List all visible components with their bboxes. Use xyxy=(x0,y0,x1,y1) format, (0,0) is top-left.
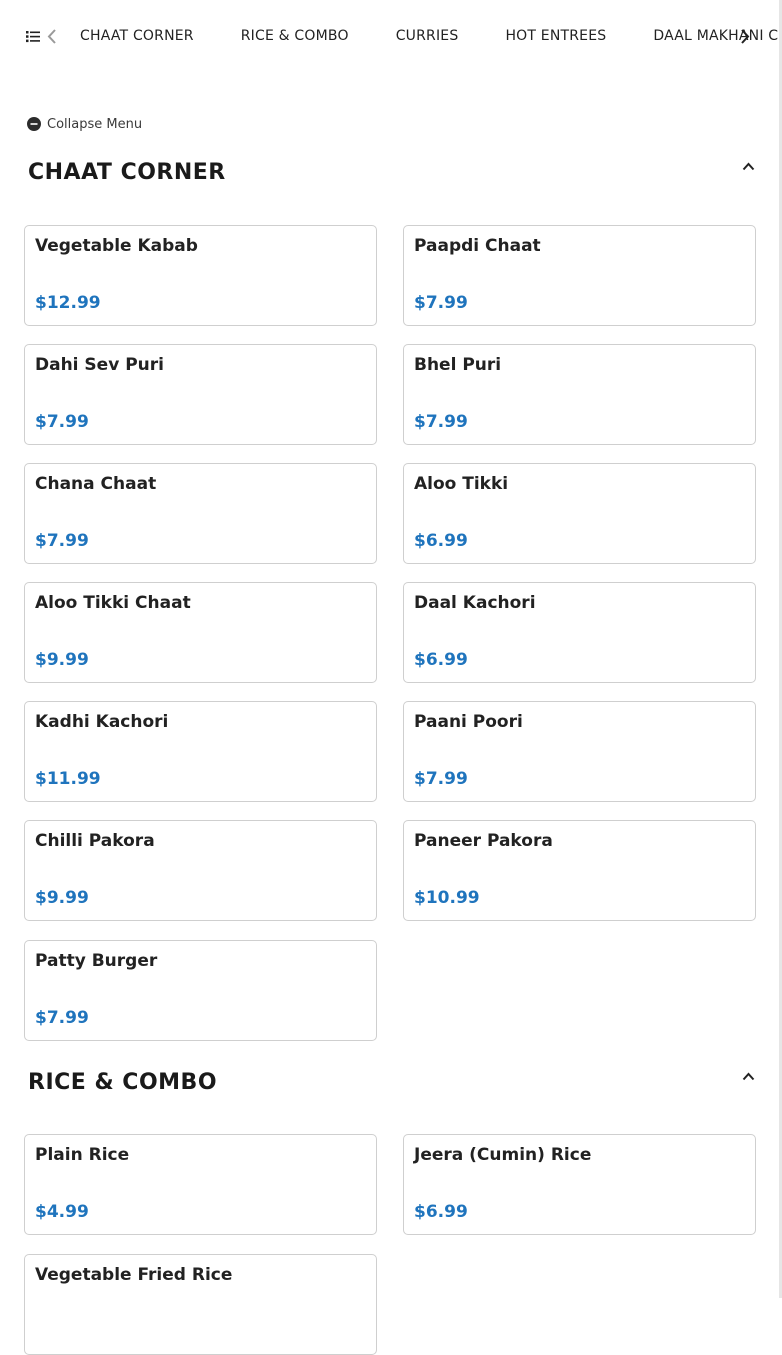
menu-item-card[interactable]: Paani Poori $7.99 xyxy=(403,701,756,802)
collapse-menu-button[interactable]: Collapse Menu xyxy=(27,116,142,132)
tab-hot-entrees[interactable]: HOT ENTREES xyxy=(505,28,606,44)
item-price: $7.99 xyxy=(35,412,89,432)
item-price: $9.99 xyxy=(35,650,89,670)
item-price: $7.99 xyxy=(414,769,468,789)
item-name: Aloo Tikki xyxy=(414,474,509,494)
section-title-rice-combo: RICE & COMBO xyxy=(28,1070,218,1095)
chevron-up-icon[interactable] xyxy=(742,1072,755,1081)
item-price: $10.99 xyxy=(414,888,480,908)
menu-item-card[interactable]: Chana Chaat $7.99 xyxy=(24,463,377,564)
category-tabs: CHAAT CORNER RICE & COMBO CURRIES HOT ENTRE… xyxy=(80,28,782,44)
item-name: Patty Burger xyxy=(35,951,158,971)
item-name: Kadhi Kachori xyxy=(35,712,169,732)
tab-curries[interactable]: CURRIES xyxy=(396,28,459,44)
category-nav-bar: CHAAT CORNER RICE & COMBO CURRIES HOT ENTRE… xyxy=(0,0,782,74)
item-price: $7.99 xyxy=(35,531,89,551)
tab-daal-makhani[interactable]: DAAL MAKHANI CO xyxy=(653,28,782,44)
item-name: Aloo Tikki Chaat xyxy=(35,593,191,613)
minus-circle-icon xyxy=(27,117,41,131)
tab-rice-combo[interactable]: RICE & COMBO xyxy=(241,28,349,44)
item-name: Vegetable Fried Rice xyxy=(35,1265,233,1285)
item-price: $7.99 xyxy=(414,293,468,313)
item-price: $4.99 xyxy=(35,1202,89,1222)
item-price: $12.99 xyxy=(35,293,101,313)
item-name: Vegetable Kabab xyxy=(35,236,198,256)
item-name: Paapdi Chaat xyxy=(414,236,541,256)
menu-item-card[interactable]: Daal Kachori $6.99 xyxy=(403,582,756,683)
menu-item-card[interactable]: Aloo Tikki Chaat $9.99 xyxy=(24,582,377,683)
item-name: Dahi Sev Puri xyxy=(35,355,164,375)
item-price: $7.99 xyxy=(35,1008,89,1028)
item-price: $6.99 xyxy=(414,1202,468,1222)
menu-item-card[interactable]: Plain Rice $4.99 xyxy=(24,1134,377,1235)
item-price: $7.99 xyxy=(414,412,468,432)
item-price: $6.99 xyxy=(414,650,468,670)
menu-item-card[interactable]: Chilli Pakora $9.99 xyxy=(24,820,377,921)
menu-item-card[interactable]: Patty Burger $7.99 xyxy=(24,940,377,1041)
item-name: Paneer Pakora xyxy=(414,831,553,851)
item-price: $6.99 xyxy=(414,531,468,551)
menu-item-card[interactable]: Vegetable Fried Rice xyxy=(24,1254,377,1355)
item-name: Daal Kachori xyxy=(414,593,536,613)
menu-item-card[interactable]: Bhel Puri $7.99 xyxy=(403,344,756,445)
item-name: Jeera (Cumin) Rice xyxy=(414,1145,592,1165)
tab-chaat-corner[interactable]: CHAAT CORNER xyxy=(80,28,194,44)
item-name: Chilli Pakora xyxy=(35,831,155,851)
section-title-chaat-corner: CHAAT CORNER xyxy=(28,160,226,185)
menu-item-card[interactable]: Kadhi Kachori $11.99 xyxy=(24,701,377,802)
chevron-right-icon[interactable] xyxy=(739,28,751,45)
item-price: $11.99 xyxy=(35,769,101,789)
chevron-up-icon[interactable] xyxy=(742,162,755,171)
item-name: Bhel Puri xyxy=(414,355,502,375)
item-price: $9.99 xyxy=(35,888,89,908)
item-name: Chana Chaat xyxy=(35,474,157,494)
menu-item-card[interactable]: Vegetable Kabab $12.99 xyxy=(24,225,377,326)
menu-item-card[interactable]: Dahi Sev Puri $7.99 xyxy=(24,344,377,445)
menu-item-card[interactable]: Paapdi Chaat $7.99 xyxy=(403,225,756,326)
menu-item-card[interactable]: Jeera (Cumin) Rice $6.99 xyxy=(403,1134,756,1235)
item-name: Paani Poori xyxy=(414,712,523,732)
menu-item-card[interactable]: Aloo Tikki $6.99 xyxy=(403,463,756,564)
item-name: Plain Rice xyxy=(35,1145,130,1165)
list-icon[interactable] xyxy=(26,30,40,43)
chevron-left-icon[interactable] xyxy=(46,28,58,45)
collapse-menu-label: Collapse Menu xyxy=(47,116,143,132)
menu-item-card[interactable]: Paneer Pakora $10.99 xyxy=(403,820,756,921)
